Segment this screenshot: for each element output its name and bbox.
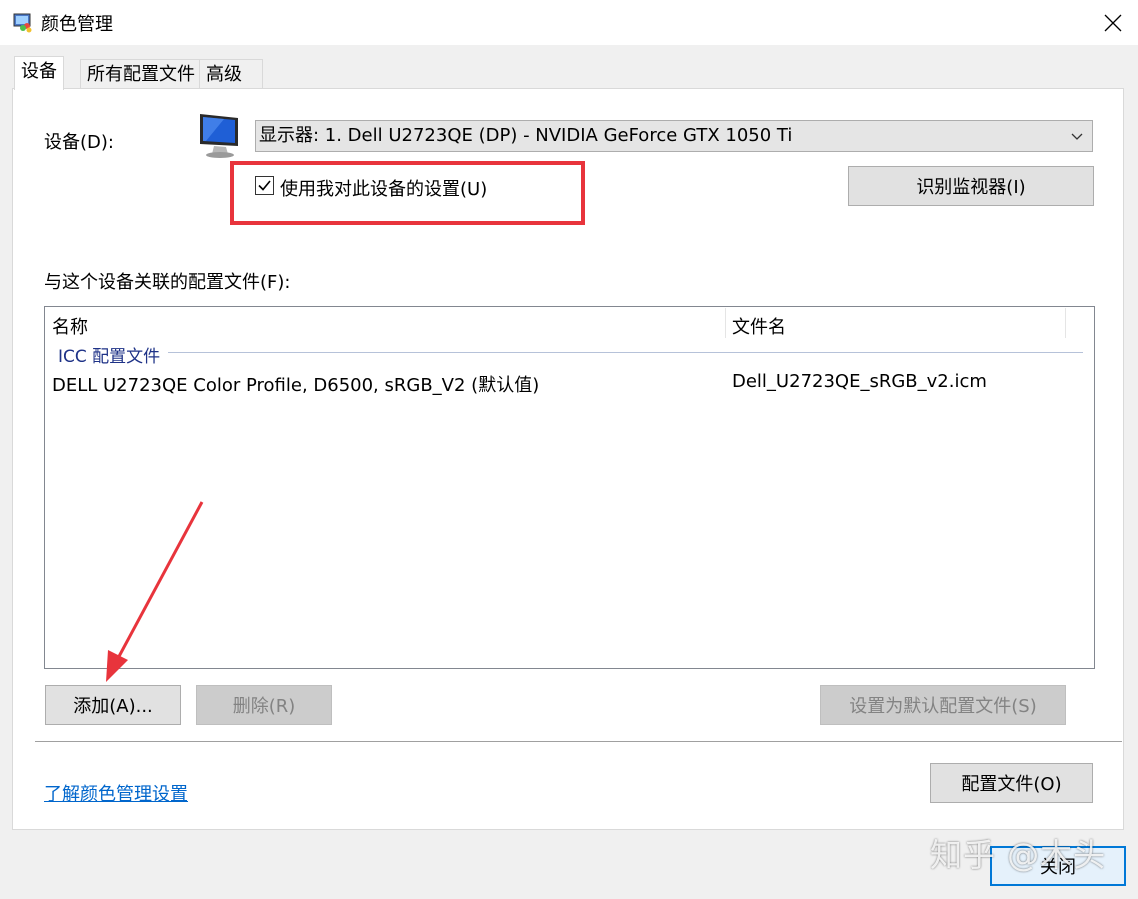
- watermark: 知乎 @木头: [930, 836, 1107, 874]
- column-header-filename[interactable]: 文件名: [732, 313, 786, 339]
- device-select[interactable]: 显示器: 1. Dell U2723QE (DP) - NVIDIA GeFor…: [255, 120, 1093, 152]
- highlight-annotation-box: [230, 161, 585, 225]
- tab-all-profiles[interactable]: 所有配置文件: [80, 59, 202, 89]
- color-management-app-icon: [12, 11, 34, 33]
- identify-monitors-button[interactable]: 识别监视器(I): [848, 166, 1094, 206]
- close-icon: [1104, 14, 1122, 31]
- close-window-button[interactable]: [1090, 0, 1136, 45]
- learn-color-management-link[interactable]: 了解颜色管理设置: [44, 780, 188, 806]
- column-separator[interactable]: [1065, 308, 1066, 338]
- profile-row-filename[interactable]: Dell_U2723QE_sRGB_v2.icm: [732, 371, 987, 392]
- separator-line: [35, 741, 1122, 742]
- set-default-profile-button[interactable]: 设置为默认配置文件(S): [820, 685, 1066, 725]
- column-header-name[interactable]: 名称: [52, 313, 88, 339]
- monitor-icon: [194, 110, 244, 160]
- associated-profiles-label: 与这个设备关联的配置文件(F):: [44, 272, 291, 293]
- column-separator[interactable]: [725, 308, 726, 338]
- title-bar: [0, 0, 1138, 45]
- profile-row-name[interactable]: DELL U2723QE Color Profile, D6500, sRGB_…: [52, 371, 539, 397]
- window-title: 颜色管理: [41, 14, 113, 35]
- delete-profile-button[interactable]: 删除(R): [196, 685, 332, 725]
- profiles-button[interactable]: 配置文件(O): [930, 763, 1093, 803]
- add-profile-button[interactable]: 添加(A)...: [45, 685, 181, 725]
- profiles-list[interactable]: [44, 306, 1095, 669]
- tab-devices[interactable]: 设备: [14, 56, 64, 90]
- group-header-icc: ICC 配置文件: [58, 347, 161, 367]
- device-select-value: 显示器: 1. Dell U2723QE (DP) - NVIDIA GeFor…: [259, 125, 793, 146]
- chevron-down-icon: [1071, 133, 1083, 140]
- group-divider: [168, 352, 1083, 353]
- tab-advanced[interactable]: 高级: [199, 59, 263, 89]
- device-label: 设备(D):: [44, 132, 114, 153]
